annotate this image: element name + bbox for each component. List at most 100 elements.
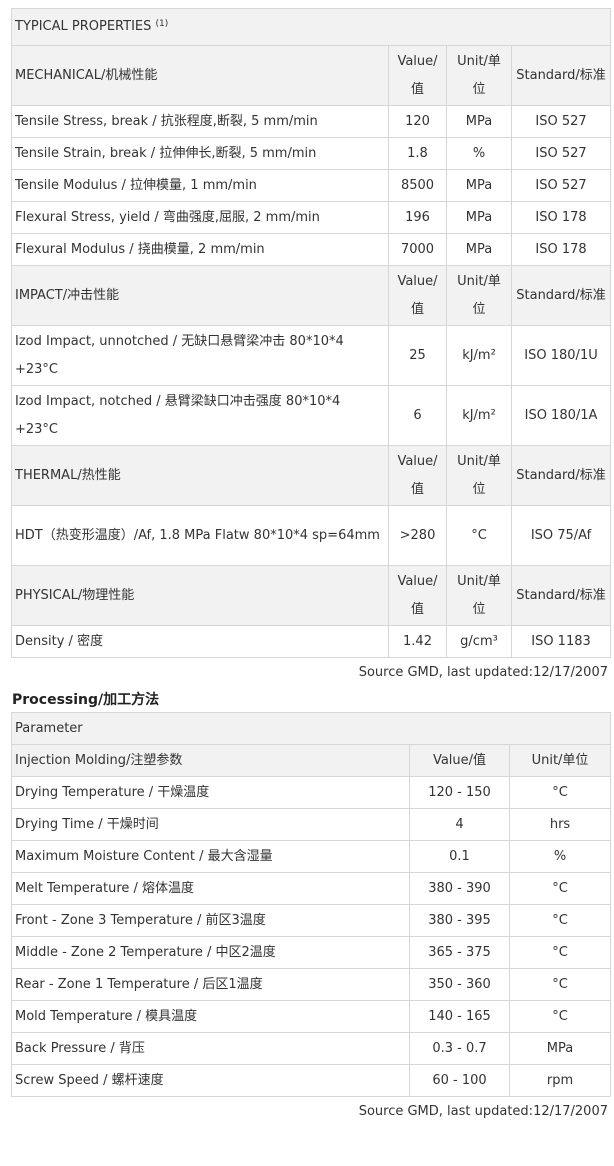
table-row: Flexural Stress, yield / 弯曲强度,屈服, 2 mm/m… <box>11 201 612 234</box>
table-row: Izod Impact, notched / 悬臂梁缺口冲击强度 80*10*4… <box>11 385 612 446</box>
property-standard: ISO 180/1A <box>510 385 612 446</box>
table-row: Tensile Modulus / 拉伸模量, 1 mm/min 8500 MP… <box>11 169 612 202</box>
property-standard: ISO 527 <box>510 105 612 138</box>
table-row: Tensile Strain, break / 拉伸伸长,断裂, 5 mm/mi… <box>11 137 612 170</box>
parameter-unit: °C <box>508 776 612 809</box>
parameter-value: 380 - 395 <box>409 904 510 937</box>
parameter-row: Parameter <box>10 712 612 745</box>
col-unit-header: Unit/单位 <box>508 744 612 777</box>
parameter-name: Drying Time / 干燥时间 <box>11 808 410 841</box>
parameter-value: 140 - 165 <box>409 1000 510 1033</box>
property-standard: ISO 527 <box>510 137 612 170</box>
property-value: 1.8 <box>388 137 447 170</box>
property-name: Tensile Strain, break / 拉伸伸长,断裂, 5 mm/mi… <box>11 137 389 170</box>
parameter-unit: MPa <box>508 1032 612 1065</box>
col-value-header: Value/值 <box>409 744 510 777</box>
property-unit: MPa <box>446 233 512 266</box>
table-row: HDT（热变形温度）/Af, 1.8 MPa Flatw 80*10*4 sp=… <box>11 505 612 566</box>
col-value-header: Value/值 <box>388 45 447 106</box>
property-standard: ISO 178 <box>510 201 612 234</box>
property-name: HDT（热变形温度）/Af, 1.8 MPa Flatw 80*10*4 sp=… <box>11 505 389 566</box>
col-value-header: Value/值 <box>388 445 447 506</box>
col-value-header: Value/值 <box>388 565 447 626</box>
col-unit-header: Unit/单位 <box>446 265 512 326</box>
section-header-injection-molding: Injection Molding/注塑参数 Value/值 Unit/单位 <box>11 744 612 777</box>
parameter-name: Front - Zone 3 Temperature / 前区3温度 <box>11 904 410 937</box>
property-unit: MPa <box>446 169 512 202</box>
table-row: Flexural Modulus / 挠曲模量, 2 mm/min 7000 M… <box>11 233 612 266</box>
datasheet: TYPICAL PROPERTIES (1) MECHANICAL/机械性能 V… <box>10 8 612 1127</box>
property-value: 6 <box>388 385 447 446</box>
table-row: Izod Impact, unnotched / 无缺口悬臂梁冲击 80*10*… <box>11 325 612 386</box>
parameter-unit: hrs <box>508 808 612 841</box>
property-unit: kJ/m² <box>446 385 512 446</box>
table-row: Drying Time / 干燥时间 4 hrs <box>11 808 612 841</box>
parameter-label: Parameter <box>10 712 612 745</box>
property-standard: ISO 75/Af <box>510 505 612 566</box>
table-row: Front - Zone 3 Temperature / 前区3温度 380 -… <box>11 904 612 937</box>
property-name: Flexural Stress, yield / 弯曲强度,屈服, 2 mm/m… <box>11 201 389 234</box>
col-unit-header: Unit/单位 <box>446 565 512 626</box>
col-standard-header: Standard/标准 <box>510 265 612 326</box>
col-unit-header: Unit/单位 <box>446 445 512 506</box>
property-standard: ISO 180/1U <box>510 325 612 386</box>
processing-heading: Processing/加工方法 <box>12 692 160 708</box>
table-row: Drying Temperature / 干燥温度 120 - 150 °C <box>11 776 612 809</box>
parameter-unit: °C <box>508 904 612 937</box>
section-header-physical: PHYSICAL/物理性能 Value/值 Unit/单位 Standard/标… <box>11 565 612 626</box>
property-name: Flexural Modulus / 挠曲模量, 2 mm/min <box>11 233 389 266</box>
table-row: Back Pressure / 背压 0.3 - 0.7 MPa <box>11 1032 612 1065</box>
property-value: 120 <box>388 105 447 138</box>
property-name: Tensile Modulus / 拉伸模量, 1 mm/min <box>11 169 389 202</box>
properties-title: TYPICAL PROPERTIES (1) <box>10 8 612 46</box>
table-row: Tensile Stress, break / 抗张程度,断裂, 5 mm/mi… <box>11 105 612 138</box>
property-value: 1.42 <box>388 625 447 658</box>
col-standard-header: Standard/标准 <box>510 565 612 626</box>
section-header-thermal: THERMAL/热性能 Value/值 Unit/单位 Standard/标准 <box>11 445 612 506</box>
section-name: Injection Molding/注塑参数 <box>11 744 410 777</box>
section-header-impact: IMPACT/冲击性能 Value/值 Unit/单位 Standard/标准 <box>11 265 612 326</box>
property-unit: g/cm³ <box>446 625 512 658</box>
properties-table: TYPICAL PROPERTIES (1) MECHANICAL/机械性能 V… <box>10 8 612 658</box>
parameter-name: Drying Temperature / 干燥温度 <box>11 776 410 809</box>
table-row: Rear - Zone 1 Temperature / 后区1温度 350 - … <box>11 968 612 1001</box>
property-unit: MPa <box>446 201 512 234</box>
table-row: Screw Speed / 螺杆速度 60 - 100 rpm <box>11 1064 612 1097</box>
parameter-name: Back Pressure / 背压 <box>11 1032 410 1065</box>
table-row: Middle - Zone 2 Temperature / 中区2温度 365 … <box>11 936 612 969</box>
processing-source-note: Source GMD, last updated:12/17/2007 <box>358 1104 608 1119</box>
properties-source-note: Source GMD, last updated:12/17/2007 <box>358 665 608 680</box>
property-unit: MPa <box>446 105 512 138</box>
parameter-unit: % <box>508 840 612 873</box>
property-value: >280 <box>388 505 447 566</box>
property-name: Izod Impact, unnotched / 无缺口悬臂梁冲击 80*10*… <box>11 325 389 386</box>
property-name: Density / 密度 <box>11 625 389 658</box>
section-name: IMPACT/冲击性能 <box>11 265 389 326</box>
section-name: PHYSICAL/物理性能 <box>11 565 389 626</box>
property-value: 7000 <box>388 233 447 266</box>
properties-title-row: TYPICAL PROPERTIES (1) <box>10 8 612 46</box>
section-name: MECHANICAL/机械性能 <box>11 45 389 106</box>
property-name: Izod Impact, notched / 悬臂梁缺口冲击强度 80*10*4… <box>11 385 389 446</box>
property-value: 8500 <box>388 169 447 202</box>
parameter-unit: °C <box>508 936 612 969</box>
property-value: 25 <box>388 325 447 386</box>
section-name: THERMAL/热性能 <box>11 445 389 506</box>
property-value: 196 <box>388 201 447 234</box>
parameter-unit: °C <box>508 968 612 1001</box>
parameter-name: Mold Temperature / 模具温度 <box>11 1000 410 1033</box>
parameter-value: 4 <box>409 808 510 841</box>
table-row: Mold Temperature / 模具温度 140 - 165 °C <box>11 1000 612 1033</box>
table-row: Melt Temperature / 熔体温度 380 - 390 °C <box>11 872 612 905</box>
parameter-value: 380 - 390 <box>409 872 510 905</box>
table-row: Density / 密度 1.42 g/cm³ ISO 1183 <box>11 625 612 658</box>
parameter-value: 0.1 <box>409 840 510 873</box>
parameter-name: Rear - Zone 1 Temperature / 后区1温度 <box>11 968 410 1001</box>
property-unit: °C <box>446 505 512 566</box>
property-standard: ISO 1183 <box>510 625 612 658</box>
processing-table: Parameter Injection Molding/注塑参数 Value/值… <box>10 712 612 1097</box>
property-unit: % <box>446 137 512 170</box>
parameter-value: 0.3 - 0.7 <box>409 1032 510 1065</box>
property-unit: kJ/m² <box>446 325 512 386</box>
col-standard-header: Standard/标准 <box>510 45 612 106</box>
